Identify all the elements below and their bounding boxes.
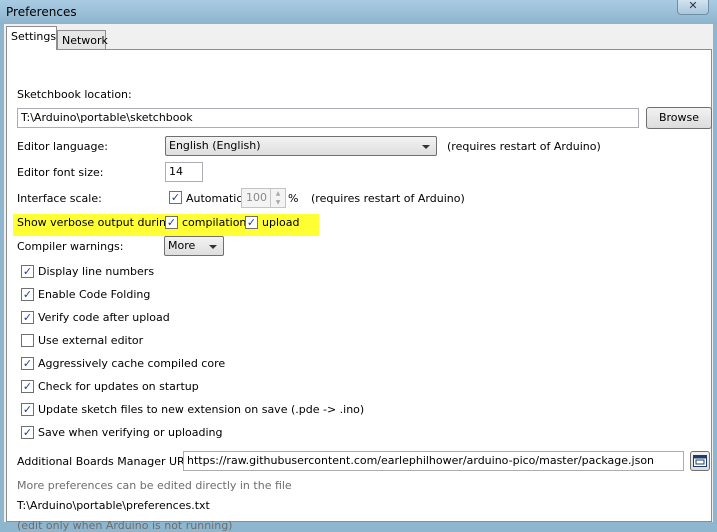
checkmark-icon: ✓ — [22, 357, 33, 370]
scale-restart-note: (requires restart of Arduino) — [311, 192, 465, 205]
option-label: Enable Code Folding — [38, 288, 151, 301]
verbose-compilation-checkbox[interactable]: ✓ — [165, 216, 178, 229]
dialog-content: Settings Network Sketchbook location: T:… — [4, 24, 713, 532]
font-size-label: Editor font size: — [17, 166, 104, 179]
compiler-warnings-label: Compiler warnings: — [17, 240, 124, 253]
option-checkbox[interactable]: ✓ — [21, 265, 34, 278]
window-frame-right — [713, 24, 717, 522]
browse-label: Browse — [658, 111, 700, 124]
percent-unit: % — [288, 192, 299, 205]
option-label: Use external editor — [38, 334, 144, 347]
window-list-icon — [693, 455, 707, 467]
tab-network[interactable]: Network — [57, 30, 108, 50]
checkmark-icon: ✓ — [22, 265, 33, 278]
option-checkbox[interactable]: ✓ — [21, 311, 34, 324]
checkmark-icon: ✓ — [22, 426, 33, 439]
option-label: Save when verifying or uploading — [38, 426, 223, 439]
option-checkbox[interactable]: ✓ — [21, 426, 34, 439]
boards-manager-urls-label: Additional Boards Manager URLs: — [17, 455, 201, 468]
option-checkbox[interactable] — [21, 334, 34, 347]
tab-settings[interactable]: Settings — [6, 26, 57, 50]
option-checkbox[interactable]: ✓ — [21, 288, 34, 301]
boards-urls-list-button[interactable] — [690, 451, 710, 471]
verbose-compilation-label: compilation — [182, 216, 247, 229]
option-checkbox[interactable]: ✓ — [21, 403, 34, 416]
editor-language-value: English (English) — [169, 139, 261, 152]
language-restart-note: (requires restart of Arduino) — [447, 140, 601, 153]
checkmark-icon: ✓ — [22, 380, 33, 393]
preferences-file-path: T:\Arduino\portable\preferences.txt — [17, 499, 210, 512]
editor-language-select[interactable]: English (English) — [165, 136, 437, 156]
chevron-down-icon — [422, 145, 430, 149]
option-checkbox[interactable]: ✓ — [21, 380, 34, 393]
settings-panel: Sketchbook location: T:\Arduino\portable… — [6, 49, 712, 532]
close-icon: ✕ — [688, 0, 698, 12]
option-label: Aggressively cache compiled core — [38, 357, 226, 370]
sketchbook-label: Sketchbook location: — [17, 88, 132, 101]
verbose-upload-checkbox[interactable]: ✓ — [245, 216, 258, 229]
checkmark-icon: ✓ — [246, 216, 257, 229]
automatic-scale-checkbox[interactable]: ✓ — [169, 191, 182, 204]
verbose-upload-label: upload — [262, 216, 300, 229]
spin-up-icon[interactable]: ▲ — [271, 189, 285, 198]
browse-button[interactable]: Browse — [646, 107, 712, 129]
option-checkbox[interactable]: ✓ — [21, 357, 34, 370]
window-title: Preferences — [6, 5, 77, 19]
interface-scale-label: Interface scale: — [17, 192, 102, 205]
compiler-warnings-select[interactable]: More — [164, 236, 224, 256]
sketchbook-location-input[interactable]: T:\Arduino\portable\sketchbook — [17, 108, 639, 128]
option-label: Verify code after upload — [38, 311, 170, 324]
chevron-down-icon — [209, 245, 217, 249]
tab-label: Settings — [11, 30, 57, 43]
edit-only-note: (edit only when Arduino is not running) — [17, 519, 233, 532]
checkmark-icon: ✓ — [22, 288, 33, 301]
spinner-buttons: ▲ ▼ — [270, 189, 285, 207]
checkmark-icon: ✓ — [166, 216, 177, 229]
interface-scale-value: 100 — [246, 191, 267, 204]
verbose-output-label: Show verbose output during: — [17, 216, 177, 229]
font-size-input[interactable]: 14 — [165, 162, 203, 182]
option-label: Update sketch files to new extension on … — [38, 403, 365, 416]
checkmark-icon: ✓ — [22, 403, 33, 416]
boards-manager-urls-input[interactable]: https://raw.githubusercontent.com/earlep… — [183, 451, 684, 471]
title-bar: Preferences ✕ — [0, 0, 717, 24]
checkmark-icon: ✓ — [22, 311, 33, 324]
tab-label: Network — [62, 34, 108, 47]
option-label: Display line numbers — [38, 265, 155, 278]
close-button[interactable]: ✕ — [677, 0, 709, 15]
interface-scale-spinner[interactable]: 100 ▲ ▼ — [241, 188, 286, 208]
spin-down-icon[interactable]: ▼ — [271, 198, 285, 207]
editor-language-label: Editor language: — [17, 140, 108, 153]
checkmark-icon: ✓ — [170, 191, 181, 204]
automatic-scale-label: Automatic — [186, 192, 243, 205]
option-label: Check for updates on startup — [38, 380, 199, 393]
compiler-warnings-value: More — [168, 239, 196, 252]
more-preferences-note: More preferences can be edited directly … — [17, 479, 292, 492]
